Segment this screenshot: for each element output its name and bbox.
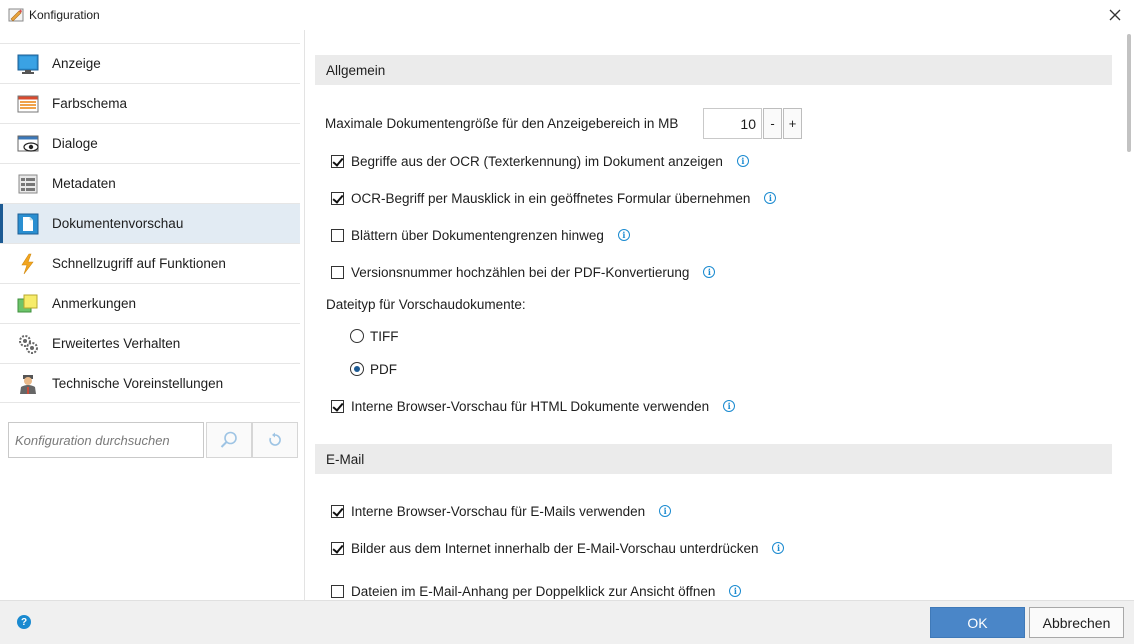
max-size-label: Maximale Dokumentengröße für den Anzeige…: [325, 116, 679, 131]
sidebar-item-label: Technische Voreinstellungen: [52, 376, 224, 391]
checkbox[interactable]: [331, 541, 344, 555]
settings-panel: Allgemein Maximale Dokumentengröße für d…: [306, 30, 1124, 600]
config-app-icon: [8, 8, 24, 22]
lightning-icon: [21, 253, 34, 275]
sidebar: Anzeige Farbschema Dialoge Metadaten Dok…: [0, 30, 305, 600]
ok-button[interactable]: OK: [930, 607, 1025, 638]
notes-icon: [17, 294, 38, 313]
sidebar-nav: Anzeige Farbschema Dialoge Metadaten Dok…: [0, 43, 300, 403]
increment-button[interactable]: +: [783, 108, 802, 139]
scrollbar-thumb[interactable]: [1127, 34, 1131, 152]
option-label: OCR-Begriff per Mausklick in ein geöffne…: [351, 190, 751, 206]
sidebar-item-label: Farbschema: [52, 96, 128, 111]
sidebar-item-label: Dialoge: [52, 136, 98, 151]
section-header-email: E-Mail: [315, 444, 1112, 474]
radio-label: PDF: [370, 361, 397, 377]
cancel-button[interactable]: Abbrechen: [1029, 607, 1124, 638]
close-button[interactable]: [1104, 4, 1126, 26]
sidebar-item-label: Erweitertes Verhalten: [52, 336, 181, 351]
checkbox[interactable]: [331, 584, 344, 598]
sidebar-item-erweitertes-verhalten[interactable]: Erweitertes Verhalten: [0, 323, 300, 363]
option-page-across[interactable]: Blättern über Dokumentengrenzen hinweg i: [331, 226, 630, 244]
checkbox[interactable]: [331, 265, 344, 279]
checkbox[interactable]: [331, 191, 344, 205]
info-icon[interactable]: i: [723, 400, 736, 412]
info-icon[interactable]: i: [659, 505, 672, 517]
sidebar-item-schnellzugriff[interactable]: Schnellzugriff auf Funktionen: [0, 243, 300, 283]
checkbox[interactable]: [331, 154, 344, 168]
sidebar-item-dokumentenvorschau[interactable]: Dokumentenvorschau: [0, 203, 300, 243]
info-icon[interactable]: i: [703, 266, 716, 278]
radio-button[interactable]: [350, 329, 364, 343]
option-label: Versionsnummer hochzählen bei der PDF-Ko…: [351, 264, 690, 280]
sidebar-item-anzeige[interactable]: Anzeige: [0, 43, 300, 83]
dialog-eye-icon: [17, 135, 39, 152]
max-size-input[interactable]: [703, 108, 762, 139]
dialog-footer: ? OK Abbrechen: [0, 600, 1134, 644]
section-title: E-Mail: [326, 452, 365, 467]
info-icon[interactable]: i: [764, 192, 777, 204]
sidebar-item-metadaten[interactable]: Metadaten: [0, 163, 300, 203]
close-icon: [1109, 9, 1121, 21]
monitor-icon: [17, 54, 39, 74]
radio-label: TIFF: [370, 328, 399, 344]
search-button[interactable]: [206, 422, 252, 458]
vertical-scrollbar[interactable]: [1124, 30, 1134, 600]
technician-icon: [20, 375, 36, 394]
option-label: Dateien im E-Mail-Anhang per Doppelklick…: [351, 583, 716, 599]
config-search: [8, 422, 298, 458]
reset-icon: [269, 432, 281, 446]
title-bar: Konfiguration: [0, 0, 1134, 30]
reset-button[interactable]: [252, 422, 298, 458]
option-label: Begriffe aus der OCR (Texterkennung) im …: [351, 153, 723, 169]
info-icon[interactable]: i: [772, 542, 785, 554]
help-icon[interactable]: ?: [17, 615, 31, 629]
sidebar-item-farbschema[interactable]: Farbschema: [0, 83, 300, 123]
sidebar-item-anmerkungen[interactable]: Anmerkungen: [0, 283, 300, 323]
option-label: Interne Browser-Vorschau für HTML Dokume…: [351, 398, 710, 414]
document-preview-icon: [17, 213, 39, 235]
option-label: Interne Browser-Vorschau für E-Mails ver…: [351, 503, 646, 519]
metadata-list-icon: [18, 174, 38, 194]
sidebar-item-label: Anmerkungen: [52, 296, 137, 311]
info-icon[interactable]: i: [729, 585, 742, 597]
option-html-preview[interactable]: Interne Browser-Vorschau für HTML Dokume…: [331, 397, 736, 415]
option-email-browser-preview[interactable]: Interne Browser-Vorschau für E-Mails ver…: [331, 502, 672, 520]
search-input[interactable]: [8, 422, 204, 458]
option-email-attachment-open[interactable]: Dateien im E-Mail-Anhang per Doppelklick…: [331, 582, 742, 600]
checkbox[interactable]: [331, 228, 344, 242]
decrement-button[interactable]: -: [763, 108, 782, 139]
checkbox[interactable]: [331, 504, 344, 518]
radio-button[interactable]: [350, 362, 364, 376]
radio-pdf[interactable]: PDF: [350, 360, 397, 378]
sidebar-item-label: Dokumentenvorschau: [52, 216, 184, 231]
option-ocr-terms[interactable]: Begriffe aus der OCR (Texterkennung) im …: [331, 152, 749, 170]
sidebar-item-label: Metadaten: [52, 176, 116, 191]
info-icon[interactable]: i: [617, 229, 630, 241]
sidebar-item-dialoge[interactable]: Dialoge: [0, 123, 300, 163]
option-email-block-images[interactable]: Bilder aus dem Internet innerhalb der E-…: [331, 539, 785, 557]
option-version-number[interactable]: Versionsnummer hochzählen bei der PDF-Ko…: [331, 263, 716, 281]
checkbox[interactable]: [331, 399, 344, 413]
sidebar-item-label: Schnellzugriff auf Funktionen: [52, 256, 226, 271]
window-title: Konfiguration: [29, 8, 100, 22]
option-ocr-click[interactable]: OCR-Begriff per Mausklick in ein geöffne…: [331, 189, 777, 207]
option-label: Blättern über Dokumentengrenzen hinweg: [351, 227, 604, 243]
radio-tiff[interactable]: TIFF: [350, 327, 399, 345]
color-scheme-icon: [17, 95, 39, 113]
gears-icon: [19, 335, 38, 354]
option-label: Bilder aus dem Internet innerhalb der E-…: [351, 540, 759, 556]
section-title: Allgemein: [326, 63, 386, 78]
info-icon[interactable]: i: [736, 155, 749, 167]
sidebar-item-technische-voreinstellungen[interactable]: Technische Voreinstellungen: [0, 363, 300, 403]
section-header-general: Allgemein: [315, 55, 1112, 85]
filetype-label: Dateityp für Vorschaudokumente:: [326, 297, 526, 312]
sidebar-item-label: Anzeige: [52, 56, 101, 71]
search-icon: [220, 431, 237, 448]
